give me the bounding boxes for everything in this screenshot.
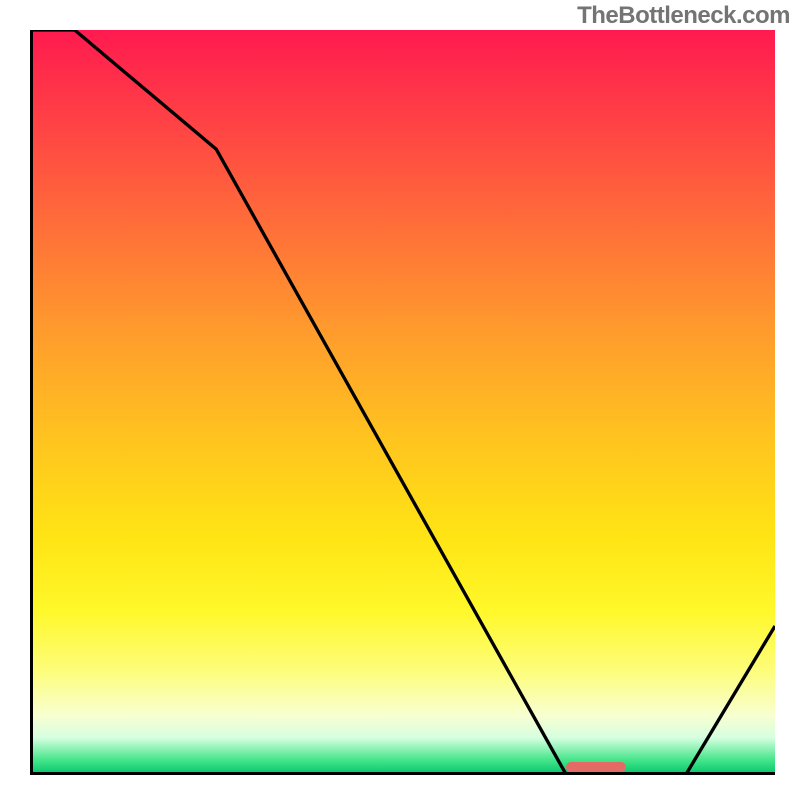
x-axis bbox=[30, 772, 775, 775]
optimal-range-marker bbox=[566, 762, 626, 772]
curve-path bbox=[30, 30, 775, 775]
chart-container: TheBottleneck.com bbox=[0, 0, 800, 800]
watermark-text: TheBottleneck.com bbox=[577, 2, 790, 30]
plot-area bbox=[30, 30, 775, 775]
bottleneck-curve bbox=[30, 30, 775, 775]
y-axis bbox=[30, 30, 33, 775]
